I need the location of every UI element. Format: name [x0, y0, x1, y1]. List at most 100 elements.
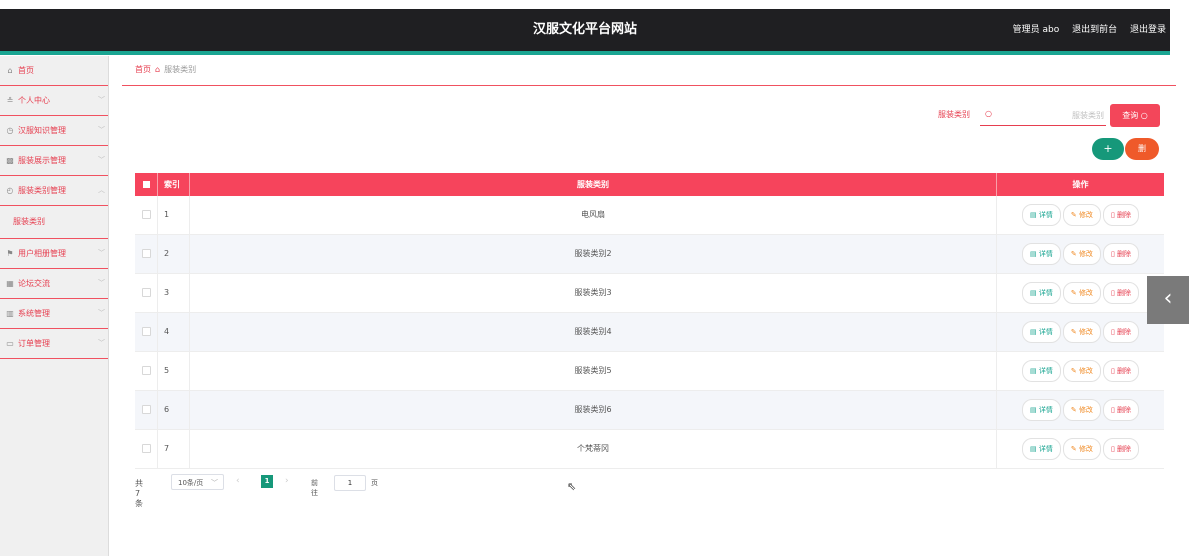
sidebar-subitem-clothing-category[interactable]: 服装类别: [0, 206, 108, 239]
chevron-up-icon: ︿: [98, 186, 105, 194]
edit-button[interactable]: ✎ 修改: [1062, 320, 1101, 343]
chevron-down-icon: ﹀: [98, 126, 105, 134]
sidebar-item-label: 服装展示管理: [18, 156, 66, 165]
search-field: ○: [980, 105, 1106, 126]
row-index: 4: [157, 313, 189, 351]
top-bar: 汉服文化平台网站 管理员 abo 退出到前台 退出登录: [0, 9, 1170, 55]
search-button[interactable]: 查询 ○: [1110, 104, 1160, 127]
row-checkbox[interactable]: [135, 235, 157, 273]
edit-label: 修改: [1078, 405, 1093, 414]
detail-button[interactable]: ▤ 详情: [1021, 398, 1061, 421]
sidebar-item-forum[interactable]: ▦ 论坛交流 ﹀: [0, 269, 108, 299]
delete-button[interactable]: ▯ 删除: [1102, 320, 1140, 343]
table-row: 4 服装类别4 ▤ 详情 ✎ 修改 ▯ 删除: [135, 313, 1164, 352]
sidebar-item-system[interactable]: ▥ 系统管理 ﹀: [0, 299, 108, 329]
edit-button[interactable]: ✎ 修改: [1062, 281, 1101, 304]
edit-button[interactable]: ✎ 修改: [1062, 203, 1101, 226]
breadcrumb-current: 服装类别: [164, 65, 197, 74]
current-page-button[interactable]: 1: [261, 475, 273, 488]
row-operations: ▤ 详情 ✎ 修改 ▯ 删除: [996, 391, 1164, 429]
detail-icon: ▤: [1029, 405, 1037, 414]
row-operations: ▤ 详情 ✎ 修改 ▯ 删除: [996, 430, 1164, 468]
select-all-checkbox[interactable]: [135, 173, 157, 196]
sidebar-item-hanfu-knowledge[interactable]: ◷ 汉服知识管理 ﹀: [0, 116, 108, 146]
prev-page-button[interactable]: ‹: [236, 476, 240, 486]
batch-delete-button[interactable]: 删: [1125, 138, 1159, 160]
detail-button[interactable]: ▤ 详情: [1021, 437, 1061, 460]
edit-button[interactable]: ✎ 修改: [1062, 242, 1101, 265]
delete-button[interactable]: ▯ 删除: [1102, 437, 1140, 460]
delete-icon: ▯: [1110, 405, 1115, 414]
table-row: 2 服装类别2 ▤ 详情 ✎ 修改 ▯ 删除: [135, 235, 1164, 274]
sidebar-item-clothing-display[interactable]: ▩ 服装展示管理 ﹀: [0, 146, 108, 176]
delete-button[interactable]: ▯ 删除: [1102, 281, 1140, 304]
row-checkbox[interactable]: [135, 352, 157, 390]
delete-icon: ▯: [1110, 444, 1115, 453]
table-row: 5 服装类别5 ▤ 详情 ✎ 修改 ▯ 删除: [135, 352, 1164, 391]
sidebar-item-label: 服装类别管理: [18, 186, 66, 195]
edit-label: 修改: [1078, 210, 1093, 219]
detail-button[interactable]: ▤ 详情: [1021, 281, 1061, 304]
row-category: 个梵蒂冈: [189, 430, 996, 468]
home-icon: ⌂: [7, 66, 13, 75]
logout-link[interactable]: 退出登录: [1130, 25, 1166, 35]
detail-label: 详情: [1038, 210, 1053, 219]
next-page-button[interactable]: ›: [285, 476, 289, 486]
edit-icon: ✎: [1070, 210, 1077, 219]
checkbox-icon: [142, 181, 150, 188]
sidebar-item-home[interactable]: ⌂ 首页: [0, 56, 108, 86]
delete-label: 删除: [1117, 366, 1132, 375]
row-operations: ▤ 详情 ✎ 修改 ▯ 删除: [996, 196, 1164, 234]
delete-label: 删除: [1117, 249, 1132, 258]
row-category: 服装类别5: [189, 352, 996, 390]
divider: [122, 85, 1176, 86]
row-category: 服装类别2: [189, 235, 996, 273]
delete-label: 删除: [1117, 210, 1132, 219]
sidebar-item-clothing-category[interactable]: ◴ 服装类别管理 ︿: [0, 176, 108, 206]
add-button[interactable]: +: [1092, 138, 1124, 160]
delete-button[interactable]: ▯ 删除: [1102, 203, 1140, 226]
row-checkbox[interactable]: [135, 391, 157, 429]
delete-button[interactable]: ▯ 删除: [1102, 359, 1140, 382]
goto-page-input[interactable]: [334, 475, 366, 491]
sidebar-item-profile[interactable]: ≗ 个人中心 ﹀: [0, 86, 108, 116]
row-checkbox[interactable]: [135, 196, 157, 234]
delete-icon: ▯: [1110, 249, 1115, 258]
page-size-value: 10条/页: [178, 479, 204, 487]
table-row: 6 服装类别6 ▤ 详情 ✎ 修改 ▯ 删除: [135, 391, 1164, 430]
edit-button[interactable]: ✎ 修改: [1062, 398, 1101, 421]
checkbox-icon: [141, 327, 151, 336]
header-category: 服装类别: [189, 173, 996, 196]
detail-button[interactable]: ▤ 详情: [1021, 359, 1061, 382]
edit-button[interactable]: ✎ 修改: [1062, 359, 1101, 382]
breadcrumb-home[interactable]: 首页: [135, 65, 151, 74]
detail-button[interactable]: ▤ 详情: [1021, 320, 1061, 343]
edit-label: 修改: [1078, 327, 1093, 336]
detail-icon: ▤: [1029, 327, 1037, 336]
row-operations: ▤ 详情 ✎ 修改 ▯ 删除: [996, 235, 1164, 273]
picture-icon: ▩: [6, 156, 14, 165]
delete-button[interactable]: ▯ 删除: [1102, 398, 1140, 421]
sidebar-item-user-album[interactable]: ⚑ 用户相册管理 ﹀: [0, 239, 108, 269]
detail-button[interactable]: ▤ 详情: [1021, 242, 1061, 265]
sidebar-item-orders[interactable]: ▭ 订单管理 ﹀: [0, 329, 108, 359]
header-index: 索引: [157, 173, 189, 196]
page-size-select[interactable]: 10条/页 ﹀: [171, 474, 224, 490]
row-checkbox[interactable]: [135, 430, 157, 468]
row-category: 电风扇: [189, 196, 996, 234]
chevron-down-icon: ﹀: [211, 479, 218, 487]
search-input[interactable]: [1000, 107, 1106, 123]
edit-button[interactable]: ✎ 修改: [1062, 437, 1101, 460]
sidebar-item-label: 首页: [18, 66, 34, 75]
row-checkbox[interactable]: [135, 313, 157, 351]
collapse-panel-button[interactable]: ‹: [1147, 276, 1189, 324]
back-to-front-link[interactable]: 退出到前台: [1072, 25, 1117, 35]
sidebar-item-label: 论坛交流: [18, 279, 50, 288]
header-actions: 管理员 abo 退出到前台 退出登录: [1003, 9, 1166, 51]
detail-button[interactable]: ▤ 详情: [1021, 203, 1061, 226]
sidebar-item-label: 用户相册管理: [18, 249, 66, 258]
delete-button[interactable]: ▯ 删除: [1102, 242, 1140, 265]
detail-icon: ▤: [1029, 210, 1037, 219]
row-checkbox[interactable]: [135, 274, 157, 312]
detail-icon: ▤: [1029, 444, 1037, 453]
